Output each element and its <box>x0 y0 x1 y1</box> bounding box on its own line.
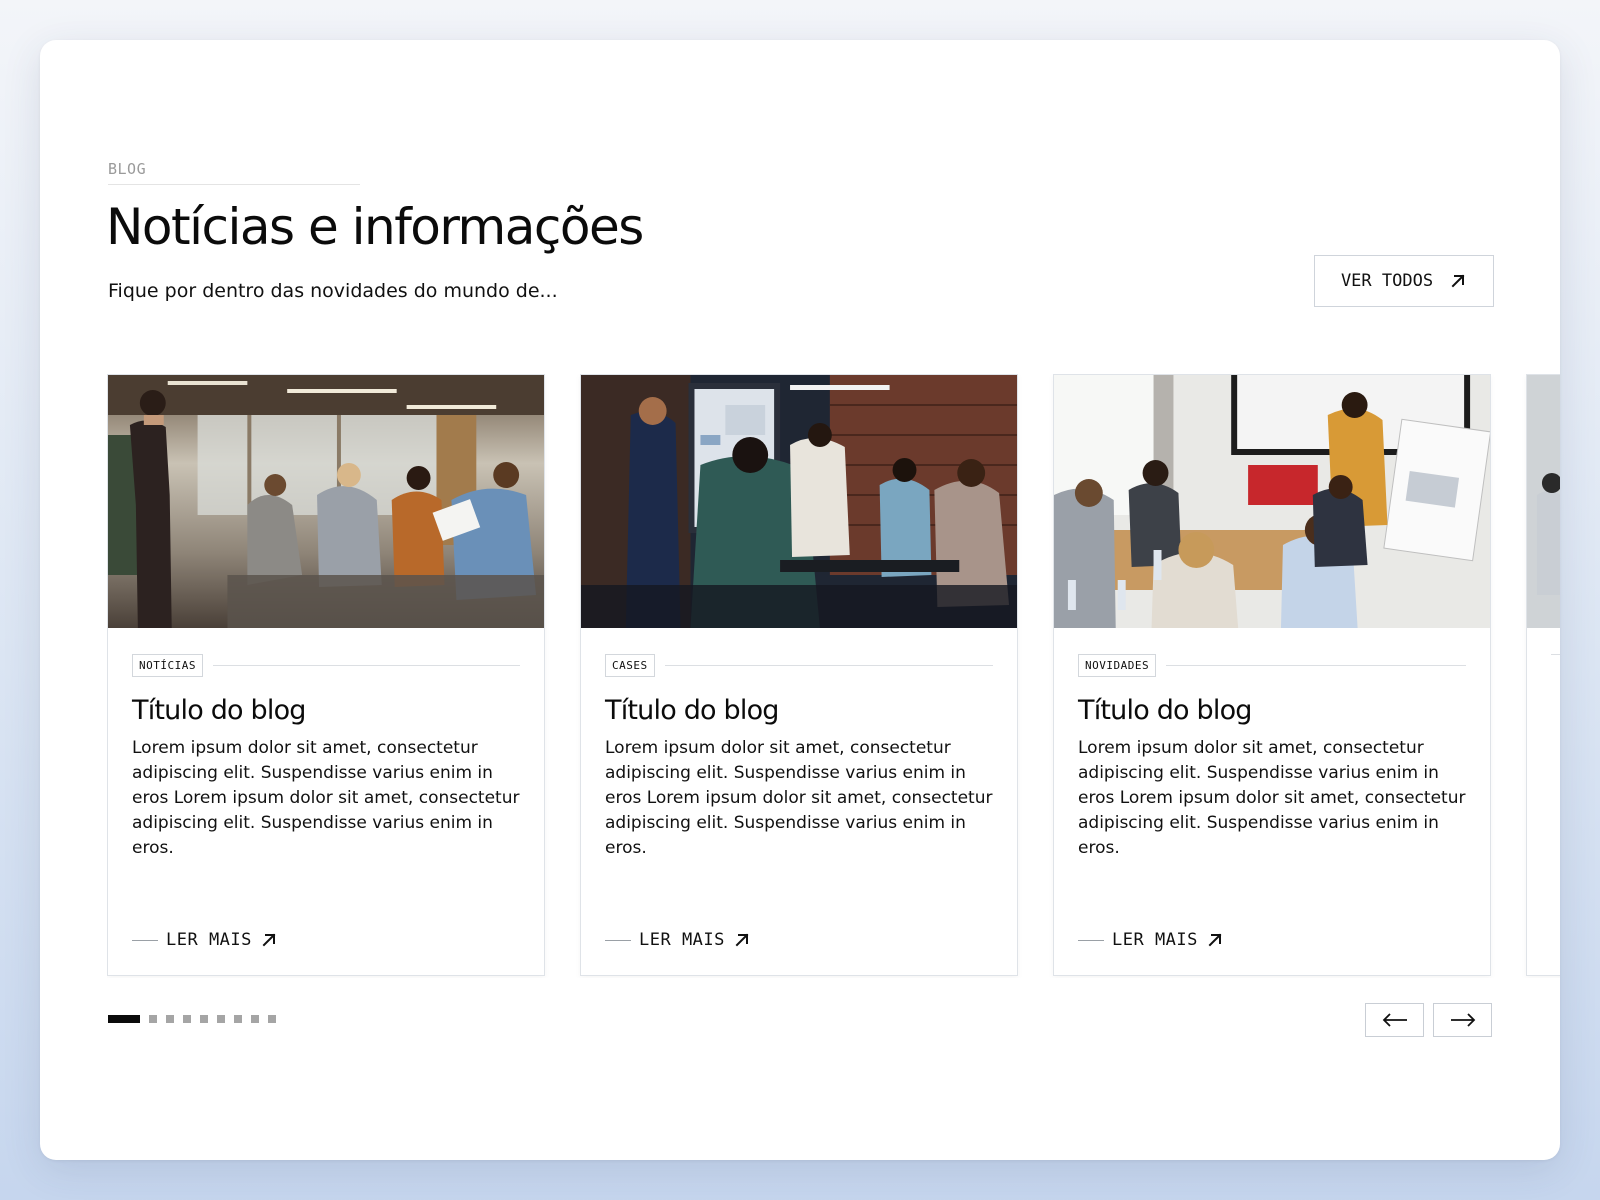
tag-row: NOVIDADES <box>1078 654 1466 677</box>
blog-card[interactable]: NOVIDADES Título do blog Lorem ipsum dol… <box>1053 374 1491 976</box>
category-tag[interactable]: CASES <box>605 654 655 677</box>
pagination-dot[interactable] <box>217 1015 225 1023</box>
card-body: NOTÍCIAS Título do blog Lorem ipsum dolo… <box>108 628 544 976</box>
pagination-dot[interactable] <box>183 1015 191 1023</box>
blog-card[interactable]: NOTÍCIAS Título do blog Lorem ipsum dolo… <box>107 374 545 976</box>
arrow-right-icon <box>1450 1013 1475 1027</box>
pagination-dot-active[interactable] <box>108 1015 140 1023</box>
card-excerpt: Lorem ipsum dolor sit amet, consectetur … <box>132 738 520 858</box>
office-presentation-photo <box>108 375 544 628</box>
card-body: NOVIDADES Título do blog Lorem ipsum dol… <box>1054 628 1490 976</box>
card-title[interactable]: Título do blog <box>605 695 993 726</box>
arrow-up-right-icon <box>1451 274 1465 288</box>
card-title[interactable]: Título do blog <box>132 695 520 726</box>
divider <box>664 665 993 666</box>
arrow-left-icon <box>1382 1013 1407 1027</box>
read-more-label: LER MAIS <box>639 930 725 950</box>
cards-carousel: NOTÍCIAS Título do blog Lorem ipsum dolo… <box>107 374 1560 978</box>
view-all-label: VER TODOS <box>1340 271 1434 291</box>
card-body: CASES Título do blog Lorem ipsum dolor s… <box>581 628 1017 976</box>
view-all-button[interactable]: VER TODOS <box>1314 255 1494 307</box>
pagination-dot[interactable] <box>200 1015 208 1023</box>
pagination-dot[interactable] <box>234 1015 242 1023</box>
divider <box>212 665 520 666</box>
tag-row <box>1551 654 1560 655</box>
card-excerpt: Lorem ipsum dolor sit amet, consectetur … <box>1078 738 1466 858</box>
divider <box>1551 654 1560 655</box>
tag-row: NOTÍCIAS <box>132 654 520 677</box>
read-more-link[interactable]: LER MAIS <box>605 930 751 950</box>
card-title[interactable]: Título do blog <box>1078 695 1466 726</box>
prev-slide-button[interactable] <box>1365 1003 1424 1037</box>
read-more-link[interactable]: LER MAIS <box>1078 930 1224 950</box>
category-tag[interactable]: NOVIDADES <box>1078 654 1157 677</box>
blog-card-partial[interactable] <box>1526 374 1560 976</box>
pagination-dot[interactable] <box>251 1015 259 1023</box>
carousel-pagination <box>108 1015 276 1023</box>
arrow-up-right-icon <box>1208 933 1222 947</box>
blog-card[interactable]: CASES Título do blog Lorem ipsum dolor s… <box>580 374 1018 976</box>
category-tag[interactable]: NOTÍCIAS <box>132 654 203 677</box>
team-meeting-photo <box>581 375 1017 628</box>
divider <box>605 939 631 941</box>
card-excerpt: Lorem ipsum dolor sit amet, consectetur … <box>605 738 993 858</box>
whiteboard-meeting-photo <box>1054 375 1490 628</box>
arrow-up-right-icon <box>735 933 749 947</box>
card-image[interactable] <box>1527 375 1560 628</box>
card-body <box>1527 628 1560 976</box>
arrow-up-right-icon <box>262 933 276 947</box>
read-more-label: LER MAIS <box>166 930 252 950</box>
divider <box>1078 939 1104 941</box>
pagination-dot[interactable] <box>166 1015 174 1023</box>
pagination-dot[interactable] <box>149 1015 157 1023</box>
read-more-label: LER MAIS <box>1112 930 1198 950</box>
tag-row: CASES <box>605 654 993 677</box>
blog-section: BLOG Notícias e informações Fique por de… <box>40 40 1560 1160</box>
pagination-dot[interactable] <box>268 1015 276 1023</box>
read-more-link[interactable]: LER MAIS <box>132 930 278 950</box>
card-image[interactable] <box>581 375 1017 628</box>
divider <box>1166 665 1466 666</box>
card-image[interactable] <box>108 375 544 628</box>
page-title: Notícias e informações <box>106 198 644 256</box>
meeting-photo <box>1527 375 1560 628</box>
page-subtitle: Fique por dentro das novidades do mundo … <box>108 280 558 302</box>
card-image[interactable] <box>1054 375 1490 628</box>
next-slide-button[interactable] <box>1433 1003 1492 1037</box>
divider <box>132 939 158 941</box>
section-eyebrow: BLOG <box>108 160 360 185</box>
